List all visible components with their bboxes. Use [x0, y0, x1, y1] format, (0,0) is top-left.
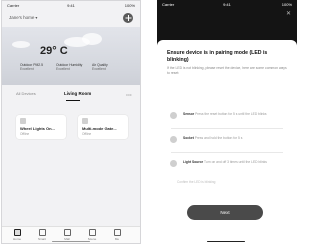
- status-battery: 100%: [124, 3, 135, 8]
- sheet-title: Ensure device is in pairing mode (LED is…: [167, 50, 268, 63]
- socket-icon: [170, 136, 177, 143]
- device-icon: [82, 118, 88, 124]
- sensor-icon: [170, 112, 177, 119]
- status-time: 9:41: [223, 2, 231, 7]
- status-time: 9:41: [67, 3, 75, 8]
- nav-label: Me: [114, 237, 120, 241]
- cloud-icon: [82, 33, 102, 45]
- method-name: Socket: [183, 136, 194, 140]
- metric-air-quality: Air Quality Excellent: [92, 63, 126, 72]
- room-tabs: All Devices Living Room •••: [2, 89, 140, 101]
- reset-method-sensor: Sensor Press the reset button for 5 s un…: [157, 108, 297, 126]
- device-status: Offline: [82, 132, 92, 136]
- device-status: Offline: [20, 132, 30, 136]
- device-name: Multi-mode Gate...: [82, 126, 117, 131]
- weather-card[interactable]: 29° C Outdoor PM2.5 Excellent Outdoor Hu…: [2, 27, 140, 85]
- nav-label: Smart: [37, 237, 46, 241]
- add-device-icon[interactable]: [123, 13, 133, 23]
- nav-smart[interactable]: Smart: [33, 229, 51, 241]
- home-header: Jane's home▾: [9, 13, 133, 25]
- home-indicator: [52, 241, 90, 242]
- weather-metrics: Outdoor PM2.5 Excellent Outdoor Humidity…: [20, 63, 124, 77]
- device-icon: [20, 118, 26, 124]
- method-text: Light Source Turn on and off 3 times unt…: [183, 160, 289, 164]
- home-icon: [13, 229, 21, 236]
- divider: [171, 152, 283, 153]
- metric-humidity: Outdoor Humidity Excellent: [56, 63, 90, 72]
- status-bar: Carrier 9:41 100%: [2, 1, 140, 10]
- divider: [171, 128, 283, 129]
- nav-home[interactable]: Home: [8, 229, 26, 241]
- nav-mall[interactable]: Mall: [58, 229, 76, 241]
- mall-icon: [63, 229, 71, 236]
- tab-living-room[interactable]: Living Room: [64, 91, 91, 96]
- light-bulb-icon: [170, 160, 177, 167]
- smart-icon: [38, 229, 46, 236]
- metric-value: Excellent: [20, 67, 34, 72]
- device-card[interactable]: Multi-mode Gate... Offline: [78, 115, 128, 139]
- confirm-checkbox[interactable]: Confirm the LED is blinking: [177, 180, 287, 184]
- method-name: Sensor: [183, 112, 195, 116]
- active-tab-indicator: [66, 100, 80, 101]
- reset-method-light: Light Source Turn on and off 3 times unt…: [157, 156, 297, 174]
- method-name: Light Source: [183, 160, 204, 164]
- pairing-sheet: Ensure device is in pairing mode (LED is…: [157, 40, 297, 244]
- profile-icon: [113, 229, 121, 236]
- nav-me[interactable]: Me: [108, 229, 126, 241]
- metric-value: Excellent: [92, 67, 106, 72]
- method-detail: Press the reset button for 5 s until the…: [195, 112, 267, 116]
- method-detail: Turn on and off 3 times until the LED bl…: [204, 160, 267, 164]
- reset-method-socket: Socket Press and hold the button for 5 s: [157, 132, 297, 150]
- metric-pm25: Outdoor PM2.5 Excellent: [20, 63, 54, 72]
- home-indicator: [207, 240, 245, 242]
- device-name: Wheel Lights On...: [20, 126, 55, 131]
- nav-scene[interactable]: Scene: [83, 229, 101, 241]
- tab-all-devices[interactable]: All Devices: [16, 91, 36, 96]
- sheet-description: If the LED is not blinking, please reset…: [167, 66, 287, 75]
- chevron-down-icon: ▾: [35, 15, 38, 20]
- next-button[interactable]: Next: [187, 205, 263, 220]
- method-text: Sensor Press the reset button for 5 s un…: [183, 112, 289, 116]
- close-icon[interactable]: ✕: [286, 10, 291, 17]
- pairing-screen: Carrier 9:41 100% ✕ Ensure device is in …: [157, 0, 297, 244]
- home-title: Jane's home: [9, 15, 35, 20]
- method-text: Socket Press and hold the button for 5 s: [183, 136, 289, 140]
- status-bar: Carrier 9:41 100%: [157, 0, 297, 9]
- scene-icon: [88, 229, 96, 236]
- metric-value: Excellent: [56, 67, 70, 72]
- nav-label: Home: [12, 237, 21, 241]
- cloud-icon: [12, 41, 30, 48]
- temperature-value: 29° C: [40, 45, 68, 57]
- confirm-hint: Confirm the LED is blinking: [177, 180, 216, 184]
- status-battery: 100%: [281, 2, 292, 7]
- more-icon[interactable]: •••: [126, 92, 132, 97]
- bottom-nav: Home Smart Mall Scene Me: [2, 226, 140, 243]
- home-switcher[interactable]: Jane's home▾: [9, 15, 37, 20]
- device-card[interactable]: Wheel Lights On... Offline: [16, 115, 66, 139]
- home-screen: Carrier 9:41 100% Jane's home▾ 29° C Out…: [1, 0, 141, 244]
- method-detail: Press and hold the button for 5 s: [194, 136, 243, 140]
